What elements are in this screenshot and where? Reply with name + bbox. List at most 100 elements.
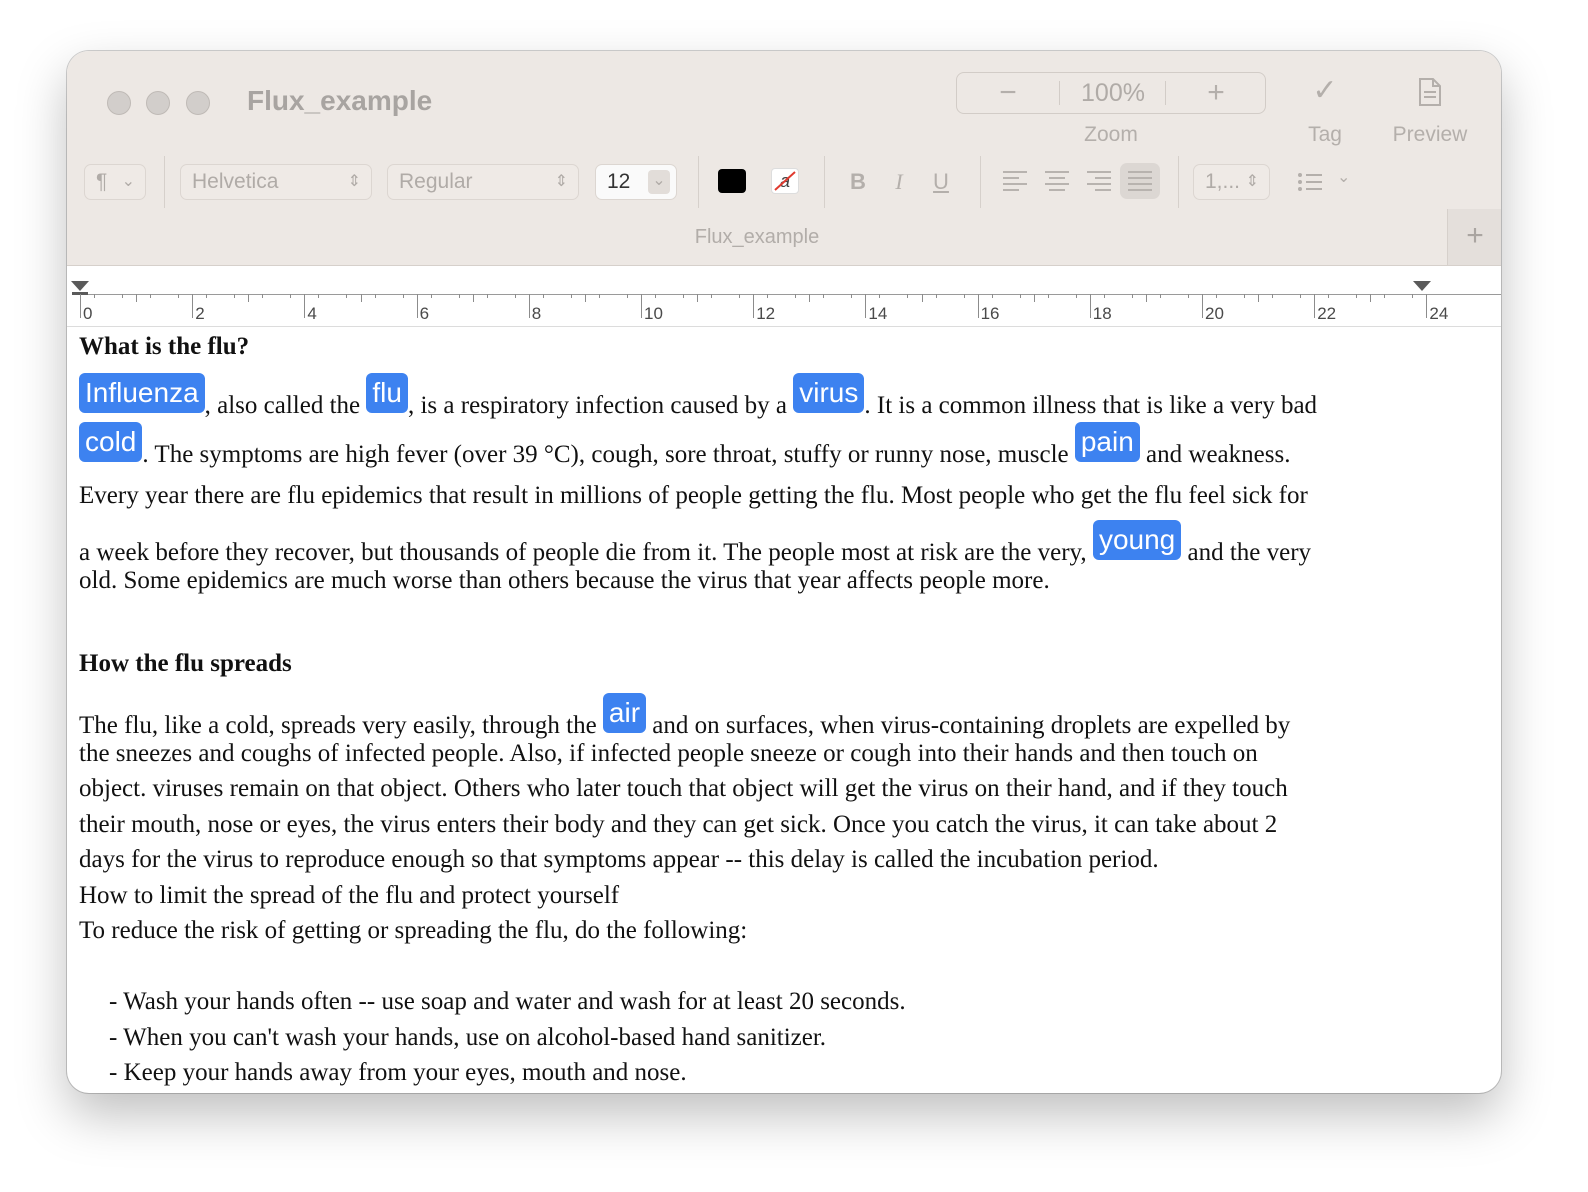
line-spacing-popup[interactable]: 1,... ⇕: [1193, 164, 1270, 200]
ruler-tick: [360, 294, 362, 302]
ruler-minor-tick: [206, 294, 208, 298]
align-left-icon[interactable]: [1003, 171, 1027, 193]
ruler-minor-tick: [514, 294, 516, 298]
chevron-down-icon[interactable]: ⌄: [648, 170, 670, 194]
justify-button[interactable]: [1120, 163, 1160, 199]
ruler-label: 20: [1205, 304, 1224, 323]
ruler-minor-tick: [1075, 294, 1077, 298]
tag-chip[interactable]: Influenza: [79, 373, 205, 413]
chevron-down-icon: ⌄: [121, 173, 135, 190]
text-run: , also called the: [204, 392, 367, 419]
ruler-tick: [697, 294, 699, 302]
ruler-minor-tick: [851, 294, 853, 298]
ruler-major-tick: [304, 294, 306, 318]
tag-chip[interactable]: pain: [1074, 422, 1140, 462]
font-family-popup[interactable]: Helvetica ⇕: [180, 164, 372, 200]
left-indent-marker[interactable]: [71, 281, 89, 291]
italic-button[interactable]: I: [884, 164, 914, 200]
ruler-minor-tick: [402, 294, 404, 298]
text-run: . The symptoms are high fever (over 39 °…: [142, 441, 1075, 468]
right-margin-marker[interactable]: [1413, 281, 1431, 291]
text-run: and weakness.: [1139, 441, 1291, 468]
close-window-button[interactable]: [107, 91, 131, 115]
minimize-window-button[interactable]: [146, 91, 170, 115]
ruler-minor-tick: [430, 294, 432, 298]
text-run: a week before they recover, but thousand…: [79, 539, 1093, 566]
align-center-icon[interactable]: [1045, 171, 1069, 193]
text-run: The flu, like a cold, spreads very easil…: [79, 712, 603, 739]
tag-chip[interactable]: air: [602, 693, 647, 733]
paragraph-line: object. viruses remain on that object. O…: [79, 775, 1288, 802]
ruler-minor-tick: [1131, 294, 1133, 298]
heading-how-the-flu-spreads: How the flu spreads: [79, 650, 292, 677]
ruler-minor-tick: [178, 294, 180, 298]
ruler-tick: [1145, 294, 1147, 302]
ruler-minor-tick: [318, 294, 320, 298]
chevron-down-icon: ⌄: [1337, 169, 1351, 186]
ruler-major-tick: [1202, 294, 1203, 318]
highlight-color-well[interactable]: a: [771, 168, 799, 194]
tag-chip[interactable]: virus: [793, 373, 865, 413]
paragraph-style-popup[interactable]: ¶ ⌄: [84, 164, 146, 200]
ruler-label: 12: [756, 304, 776, 323]
tag-chip[interactable]: flu: [366, 373, 408, 413]
ruler-minor-tick: [711, 294, 713, 298]
font-style-popup[interactable]: Regular ⇕: [387, 164, 579, 200]
tab-flux-example[interactable]: Flux_example: [67, 209, 1447, 265]
tag-chip[interactable]: young: [1092, 520, 1182, 560]
ruler-minor-tick: [1216, 294, 1218, 298]
zoom-in-button[interactable]: +: [1166, 73, 1266, 113]
tab-bar: Flux_example +: [67, 209, 1501, 265]
ruler-minor-tick: [1356, 294, 1358, 298]
ruler-major-tick: [528, 294, 530, 318]
ruler-major-tick: [416, 294, 418, 318]
underline-button[interactable]: U: [926, 164, 956, 200]
list-item: - When you can't wash your hands, use on…: [109, 1024, 827, 1051]
separator: [1178, 156, 1179, 208]
ruler-major-tick: [977, 294, 979, 318]
document-body[interactable]: What is the flu? Influenza, also called …: [67, 327, 1501, 1093]
ruler-minor-tick: [1328, 294, 1330, 298]
bold-button[interactable]: B: [843, 164, 873, 200]
ruler[interactable]: 0 2 4 6 8 10 12 14 16 18 20 22 24: [67, 266, 1501, 327]
zoom-value[interactable]: 100%: [1061, 73, 1165, 113]
paragraph-line: their mouth, nose or eyes, the virus ent…: [79, 811, 1278, 838]
list-style-popup[interactable]: ⌄: [1297, 169, 1357, 195]
preview-button[interactable]: [1417, 77, 1443, 115]
paragraph-line: Every year there are flu epidemics that …: [79, 482, 1308, 509]
tag-label: Tag: [1308, 123, 1342, 146]
ruler-tick: [921, 294, 923, 302]
ruler-minor-tick: [1300, 294, 1302, 298]
paragraph-line: To reduce the risk of getting or spreadi…: [79, 917, 748, 944]
tag-chip[interactable]: cold: [79, 422, 143, 462]
text-run: and the very: [1181, 539, 1312, 566]
ruler-major-tick: [1314, 294, 1316, 318]
zoom-label: Zoom: [1084, 123, 1138, 146]
align-justify-icon: [1128, 171, 1152, 193]
tag-button[interactable]: ✓: [1299, 73, 1351, 108]
ruler-minor-tick: [1187, 294, 1189, 298]
ruler-minor-tick: [458, 294, 460, 298]
ruler-minor-tick: [767, 294, 769, 298]
ruler-minor-tick: [374, 294, 376, 298]
ruler-minor-tick: [879, 294, 881, 298]
text-color-well[interactable]: [718, 169, 746, 193]
font-style-value: Regular: [399, 170, 473, 193]
separator: [698, 156, 699, 208]
ruler-minor-tick: [262, 294, 264, 298]
zoom-window-button[interactable]: [186, 91, 210, 115]
ruler-minor-tick: [683, 294, 685, 298]
font-family-value: Helvetica: [192, 170, 279, 193]
text-run: and on surfaces, when virus-containing d…: [646, 712, 1291, 739]
separator: [164, 156, 165, 208]
new-tab-button[interactable]: +: [1447, 209, 1501, 265]
list-bullets-icon: [1298, 173, 1322, 191]
align-right-icon[interactable]: [1087, 171, 1111, 193]
list-item: - Wash your hands often -- use soap and …: [109, 988, 906, 1015]
preview-label: Preview: [1392, 123, 1468, 146]
zoom-out-button[interactable]: −: [957, 73, 1059, 113]
ruler-minor-tick: [1159, 294, 1161, 298]
ruler-minor-tick: [907, 294, 909, 298]
ruler-minor-tick: [486, 294, 488, 298]
font-size-combo[interactable]: 12 ⌄: [595, 164, 677, 200]
